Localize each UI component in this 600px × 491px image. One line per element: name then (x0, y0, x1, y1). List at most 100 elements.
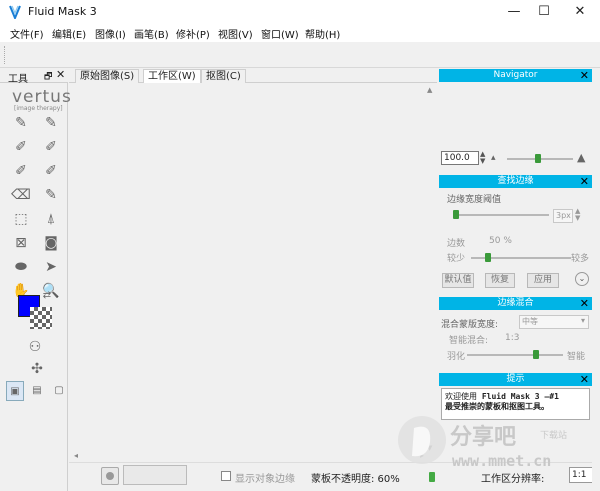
minimize-button[interactable]: — (497, 0, 531, 24)
view-single-icon[interactable]: ▣ (6, 381, 24, 401)
navigator-zoom-input[interactable]: 100.0 (441, 151, 479, 165)
edge-restore-button[interactable]: 恢复 (485, 273, 515, 288)
navigator-title: Navigator (493, 70, 538, 80)
mask-opacity-label: 蒙板不透明度: 60% (311, 474, 400, 485)
local-cutout-icon[interactable]: ⊠ (10, 233, 32, 253)
menu-help[interactable]: 帮助(H) (305, 26, 340, 41)
horizontal-scrollbar[interactable]: ◂ ▸ (72, 451, 426, 462)
eraser-icon[interactable]: ⌫ (10, 185, 32, 205)
grouping-brush-icon[interactable]: ✐ (10, 137, 32, 157)
menu-patch[interactable]: 修补(P) (176, 26, 210, 41)
show-edges-label: 显示对象边缘 (235, 474, 295, 485)
grouping-brush-fine-icon[interactable]: ✐ (40, 137, 62, 157)
find-edges-close-icon[interactable]: ✕ (580, 175, 589, 188)
tools-pin-icon[interactable]: 🗗 (44, 69, 52, 85)
keep-brush-icon[interactable]: ✐ (10, 161, 32, 181)
watermark-url: www.mmet.cn (452, 452, 551, 470)
expand-chevron-icon[interactable]: ⌄ (575, 272, 589, 286)
tips-title: 提示 (506, 374, 525, 384)
edge-blend-close-icon[interactable]: ✕ (580, 297, 589, 310)
pointer-icon[interactable]: ➤ (40, 257, 62, 277)
selection-icon[interactable]: ⬚ (10, 209, 32, 229)
edge-count-value: 50 % (489, 236, 512, 246)
smart-blend-slider[interactable] (467, 354, 563, 356)
menu-edit[interactable]: 编辑(E) (52, 26, 86, 41)
vertus-logo-subtitle: [image therapy] (14, 105, 63, 112)
brush-fine-icon[interactable]: ✎ (40, 113, 62, 133)
window-title: Fluid Mask 3 (28, 5, 97, 18)
edge-blend-panel: 边缘混合 ✕ 混合蒙版宽度: 中等 ▾ 智能混合: 1:3 羽化 智能 (439, 297, 592, 369)
tab-original-image[interactable]: 原始图像(S) (75, 69, 140, 83)
edge-count-thumb[interactable] (485, 253, 491, 262)
smart-blend-thumb[interactable] (533, 350, 539, 359)
watermark-logo: 分享吧 下载站 www.mmet.cn (398, 416, 567, 470)
transparency-swatch[interactable] (30, 307, 52, 329)
edge-threshold-label: 边缘宽度阈值 (447, 195, 502, 205)
work-canvas[interactable] (72, 84, 426, 454)
menu-image[interactable]: 图像(I) (95, 26, 126, 41)
zoom-out-icon[interactable]: ▴ (491, 153, 496, 163)
tools-panel-title: 工具 (8, 74, 28, 85)
edge-more-label: 较多 (571, 254, 590, 264)
swap-colors-icon[interactable]: ⇄ (40, 289, 54, 303)
menu-window[interactable]: 窗口(W) (261, 26, 299, 41)
edge-blend-header: 边缘混合 ✕ (439, 297, 592, 310)
navigator-header: Navigator ✕ (439, 69, 592, 82)
menu-brush[interactable]: 画笔(B) (134, 26, 169, 41)
find-edges-header: 查找边缘 ✕ (439, 175, 592, 188)
status-record-button[interactable] (101, 467, 119, 485)
tips-header: 提示 ✕ (439, 373, 592, 386)
edge-count-label: 边数 (447, 239, 466, 249)
blob-icon[interactable]: ⬬ (10, 257, 32, 277)
menu-file[interactable]: 文件(F) (10, 26, 44, 41)
scroll-up-icon[interactable]: ▲ (427, 86, 432, 94)
tab-workspace[interactable]: 工作区(W) (143, 69, 201, 83)
find-edges-title: 查找边缘 (497, 176, 534, 186)
edge-apply-button[interactable]: 应用 (527, 273, 559, 288)
navigator-zoom-thumb[interactable] (535, 154, 541, 163)
find-edges-panel: 查找边缘 ✕ 边缘宽度阈值 3px ▲ ▼ 边数 50 % 较少 较多 默认值 恢… (439, 175, 592, 295)
tools-panel: 工具 🗗 ✕ vertus [image therapy] ✎ ✎ ✐ ✐ ✐ … (0, 68, 71, 491)
blend-width-dropdown-icon[interactable]: ▾ (581, 316, 585, 325)
view-full-icon[interactable]: ▢ (50, 381, 68, 401)
toolbar-grip[interactable] (4, 46, 6, 64)
smart-blend-value: 1:3 (505, 333, 520, 343)
tools-close-icon[interactable]: ✕ (56, 68, 65, 81)
edge-default-button[interactable]: 默认值 (442, 273, 474, 288)
maximize-button[interactable]: ☐ (527, 0, 561, 24)
menu-view[interactable]: 视图(V) (218, 26, 253, 41)
show-edges-checkbox[interactable] (221, 471, 231, 481)
app-icon (9, 5, 21, 19)
navigator-panel: Navigator ✕ 100.0 ▲ ▼ ▴ ▲ (439, 69, 592, 173)
watermark-sub: 下载站 (540, 429, 567, 441)
edge-threshold-thumb[interactable] (453, 210, 459, 219)
person-compare-icon[interactable]: ⚇ (18, 337, 52, 357)
edge-threshold-input[interactable]: 3px (553, 209, 573, 223)
fill-icon[interactable]: ⍋ (40, 209, 62, 229)
edge-less-label: 较少 (447, 254, 466, 264)
blend-width-select[interactable]: 中等 (519, 315, 589, 329)
edge-blend-title: 边缘混合 (497, 298, 534, 308)
edge-threshold-slider[interactable] (453, 214, 549, 216)
app-window: Fluid Mask 3 — ☐ ✕ 文件(F) 编辑(E) 图像(I) 画笔(… (0, 0, 600, 491)
tip-line1-b: Fluid Mask 3 —#1 (481, 392, 559, 401)
tips-close-icon[interactable]: ✕ (580, 373, 589, 386)
brush-icon[interactable]: ✎ (10, 113, 32, 133)
close-button[interactable]: ✕ (563, 0, 597, 24)
patch-brush-icon[interactable]: ✎ (40, 185, 62, 205)
status-field (123, 465, 187, 485)
camera-icon[interactable]: ◙ (40, 233, 62, 253)
palette-icon[interactable]: ✣ (26, 359, 48, 379)
edge-threshold-spinner-icon[interactable]: ▲ ▼ (575, 208, 580, 222)
zoom-spinner-icon[interactable]: ▲ ▼ (480, 151, 485, 165)
view-split-icon[interactable]: ▤ (28, 381, 46, 401)
delete-brush-icon[interactable]: ✐ (40, 161, 62, 181)
navigator-close-icon[interactable]: ✕ (580, 69, 589, 82)
vertical-scrollbar[interactable]: ▲ ▼ (426, 84, 437, 454)
scroll-left-icon[interactable]: ◂ (74, 451, 78, 460)
smart-label: 智能 (567, 352, 586, 362)
toolbar (0, 42, 600, 68)
tab-cutout[interactable]: 抠图(C) (201, 69, 246, 83)
tip-line1-a: 欢迎使用 (445, 392, 482, 401)
zoom-in-icon[interactable]: ▲ (577, 151, 585, 164)
